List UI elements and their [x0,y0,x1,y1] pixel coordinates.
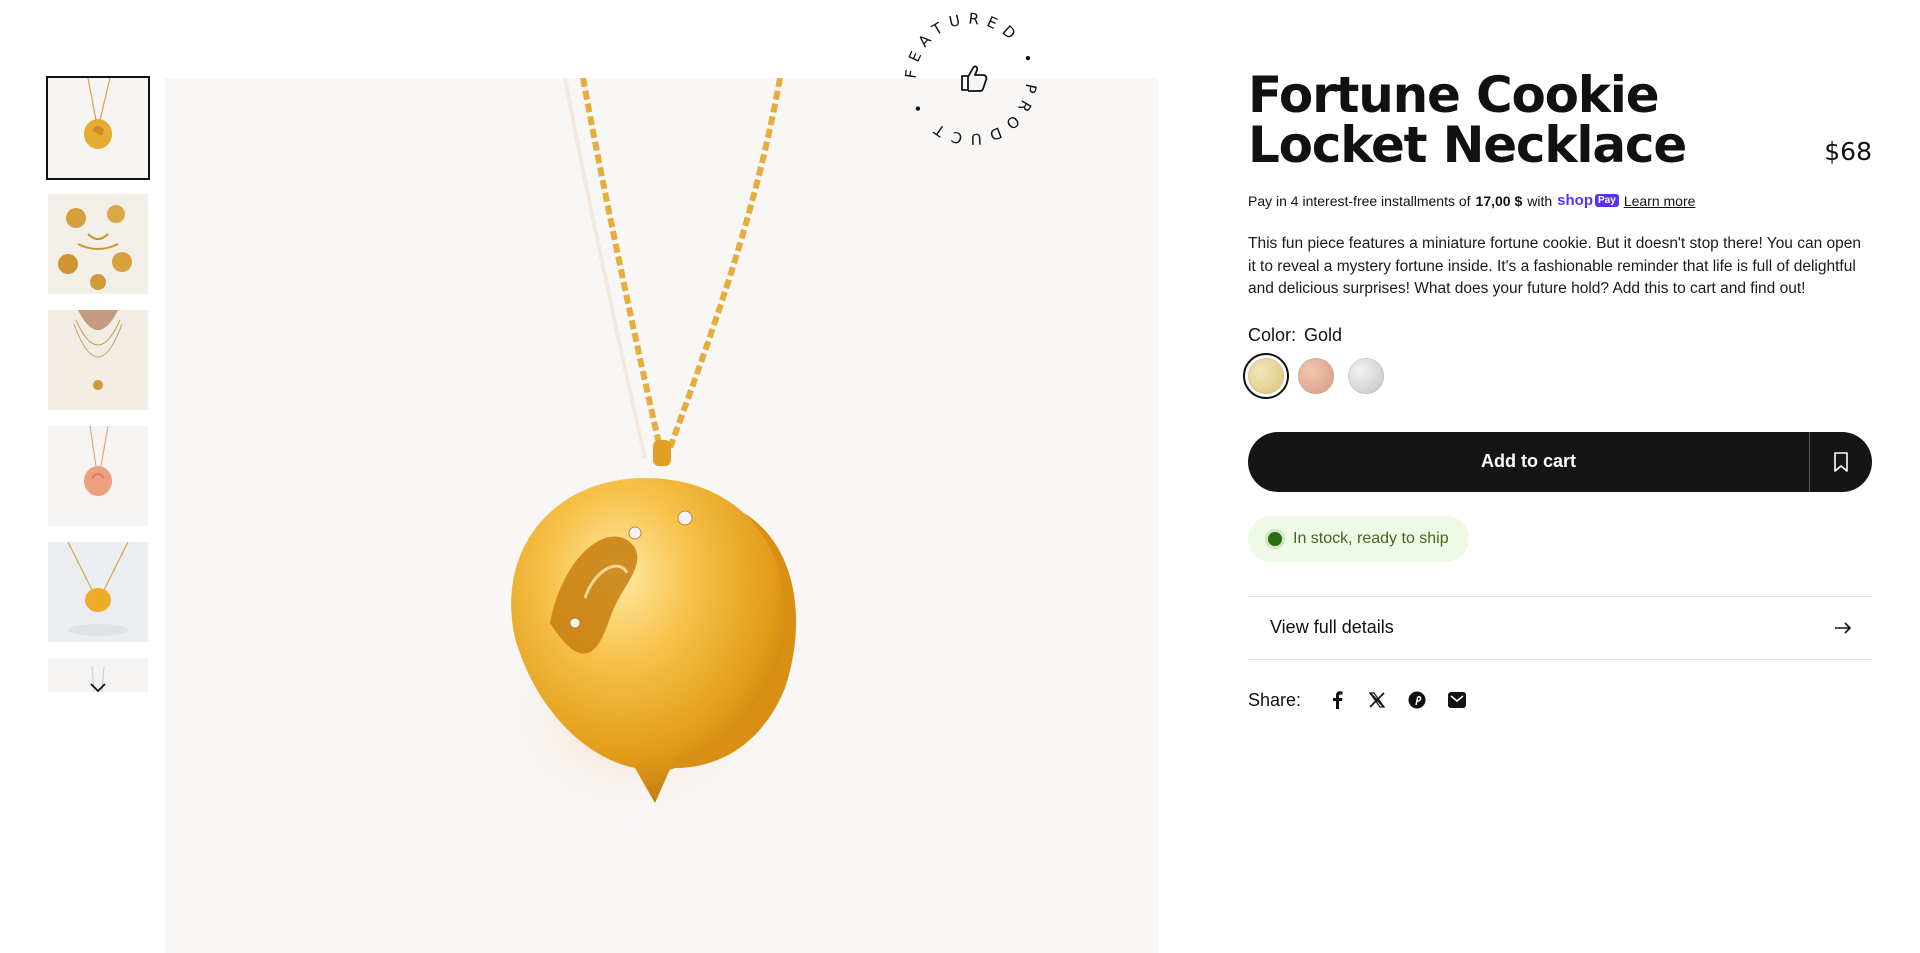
add-to-cart-button[interactable]: Add to cart [1248,431,1809,492]
thumbnail-2[interactable] [48,194,148,294]
pinterest-icon[interactable] [1407,690,1427,710]
product-description: This fun piece features a miniature fort… [1248,235,1862,297]
necklace-illustration [165,78,1158,953]
installments-with: with [1527,192,1553,209]
share-label: Share: [1248,689,1302,710]
view-full-details-link[interactable]: View full details [1248,595,1872,660]
facebook-icon[interactable] [1327,690,1347,710]
thumbnail-list [46,76,150,692]
stock-status-badge: In stock, ready to ship [1248,515,1469,562]
learn-more-link[interactable]: Learn more [1624,193,1696,209]
product-title: Fortune Cookie Locket Necklace [1248,66,1687,174]
shoppay-text: shop [1557,192,1594,209]
color-label: Color: [1248,324,1297,345]
swatch-gold[interactable] [1243,352,1289,399]
product-info: Fortune Cookie Locket Necklace $68 Pay i… [1243,66,1872,711]
cart-actions: Add to cart [1248,431,1872,492]
thumbnail-5[interactable] [48,542,148,642]
installments-text: Pay in 4 interest-free installments of [1248,192,1471,209]
installments-amount: 17,00 $ [1475,192,1523,209]
product-price: $68 [1824,137,1872,166]
featured-product-badge: FEATURED • PRODUCT • [898,6,1044,152]
swatch-rose-gold[interactable] [1298,357,1334,394]
shoppay-logo: shop Pay [1557,192,1619,209]
stock-text: In stock, ready to ship [1293,529,1449,547]
main-product-image[interactable] [165,78,1158,953]
thumbs-up-icon [961,65,988,92]
color-value: Gold [1304,324,1343,345]
stock-dot-icon [1268,531,1282,546]
color-swatches [1243,352,1872,399]
wishlist-button[interactable] [1809,431,1872,492]
svg-text:FEATURED • PRODUCT •: FEATURED • PRODUCT • [902,9,1041,148]
view-full-details-label: View full details [1270,617,1394,637]
email-icon[interactable] [1447,690,1467,710]
installments-info: Pay in 4 interest-free installments of 1… [1248,192,1872,209]
chevron-down-icon [90,683,106,693]
thumbnail-3[interactable] [48,310,148,410]
swatch-silver[interactable] [1348,357,1384,394]
color-selector-label: Color: Gold [1248,325,1872,346]
thumbnail-1[interactable] [46,76,150,180]
x-twitter-icon[interactable] [1367,690,1387,710]
thumbnail-4[interactable] [48,426,148,526]
arrow-right-icon [1835,621,1852,634]
share-section: Share: [1248,690,1872,711]
bookmark-icon [1834,451,1848,472]
thumbnail-next-arrow[interactable] [88,678,108,698]
shoppay-pay-badge: Pay [1595,194,1619,207]
